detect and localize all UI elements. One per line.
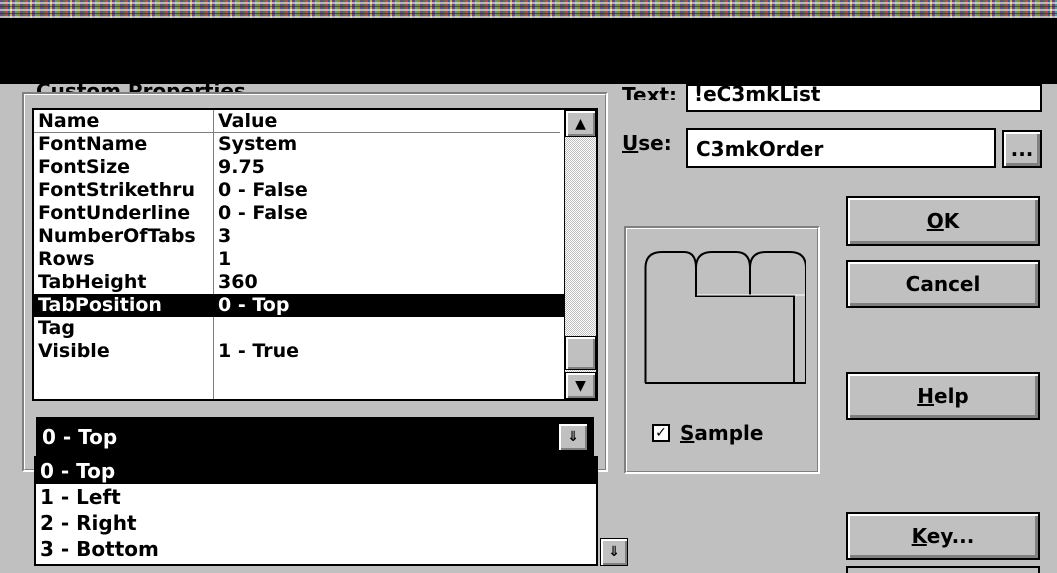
tab-preview-back	[749, 251, 806, 383]
sample-label[interactable]: Sample	[680, 421, 763, 445]
property-name-cell: TabHeight	[38, 271, 147, 293]
text-field[interactable]: !eC3mkList	[686, 84, 1042, 112]
property-value-cell: 1	[218, 248, 232, 270]
custom-properties-label: Custom Properties	[36, 79, 246, 92]
property-value-cell: 0 - False	[218, 179, 308, 201]
ok-button[interactable]: OK	[846, 196, 1040, 246]
table-row[interactable]: TabPosition 0 - Top	[34, 294, 564, 317]
table-row[interactable]: Tag	[34, 317, 564, 340]
property-name-cell: FontUnderline	[38, 202, 191, 224]
arrow-down-icon: ▼	[575, 377, 586, 394]
ok-button-label: OK	[926, 209, 960, 233]
property-name-cell: Rows	[38, 248, 95, 270]
property-value-cell: 0 - Top	[218, 294, 290, 316]
use-field-value: C3mkOrder	[696, 137, 824, 161]
tab-preview-frame	[644, 251, 795, 383]
use-field-label: Use:	[622, 131, 672, 155]
dropdown-option[interactable]: 2 - Right	[36, 510, 596, 536]
value-column-header[interactable]: Value	[218, 110, 277, 133]
table-row[interactable]: FontSize 9.75	[34, 156, 564, 179]
property-name-cell: TabPosition	[38, 294, 162, 316]
property-value-cell: 9.75	[218, 156, 265, 178]
property-value-cell: 3	[218, 225, 232, 247]
cancel-button[interactable]: Cancel	[846, 260, 1040, 308]
help-button[interactable]: Help	[846, 372, 1040, 420]
table-row[interactable]: TabHeight 360	[34, 271, 564, 294]
property-name-cell: FontStrikethru	[38, 179, 196, 201]
value-combo-dropdown-button[interactable]: ⇓	[558, 423, 588, 451]
grid-scrollbar[interactable]: ▲ ▼	[564, 110, 596, 399]
property-value-cell: 1 - True	[218, 340, 299, 362]
value-combo[interactable]: 0 - Top ⇓	[36, 417, 594, 457]
scroll-thumb[interactable]	[565, 336, 596, 370]
hidden-combo-dropdown-button[interactable]: ⇓	[600, 538, 628, 566]
cancel-button-label: Cancel	[905, 272, 981, 296]
arrow-up-icon: ▲	[575, 115, 586, 132]
dropdown-option[interactable]: 3 - Bottom	[36, 536, 596, 562]
dropdown-option[interactable]: 0 - Top	[36, 458, 596, 484]
checkmark-icon: ✓	[655, 425, 667, 441]
property-value-cell: System	[218, 133, 298, 155]
title-bar	[0, 18, 1057, 84]
chevron-down-icon: ⇓	[567, 429, 579, 445]
property-name-cell: Visible	[38, 340, 110, 362]
table-row[interactable]: FontName System	[34, 133, 564, 156]
tab-preview-image	[644, 251, 806, 384]
chevron-down-icon: ⇓	[608, 544, 620, 560]
name-column-header[interactable]: Name	[38, 110, 99, 133]
text-field-value: !eC3mkList	[694, 84, 821, 106]
browse-button[interactable]: ...	[1002, 130, 1042, 168]
table-row[interactable]: FontUnderline 0 - False	[34, 202, 564, 225]
table-row[interactable]: Rows 1	[34, 248, 564, 271]
sample-checkbox[interactable]: ✓	[652, 424, 670, 442]
property-name-cell: Tag	[38, 317, 75, 339]
browse-button-label: ...	[1010, 137, 1034, 161]
table-row[interactable]: FontStrikethru 0 - False	[34, 179, 564, 202]
scroll-down-button[interactable]: ▼	[565, 372, 596, 399]
table-row[interactable]: Visible 1 - True	[34, 340, 564, 363]
use-field[interactable]: C3mkOrder	[686, 128, 996, 168]
title-noise-overlay	[0, 0, 1057, 18]
scroll-up-button[interactable]: ▲	[565, 110, 596, 137]
next-button-edge[interactable]	[846, 566, 1040, 573]
key-button[interactable]: Key...	[846, 512, 1040, 560]
dropdown-option[interactable]: 1 - Left	[36, 484, 596, 510]
table-row[interactable]: NumberOfTabs 3	[34, 225, 564, 248]
property-name-cell: NumberOfTabs	[38, 225, 196, 247]
tab-preview-back	[695, 251, 751, 296]
text-field-label: Text:	[622, 83, 678, 100]
property-name-cell: FontSize	[38, 156, 131, 178]
property-name-cell: FontName	[38, 133, 148, 155]
grid-header: Name Value	[34, 110, 560, 133]
property-value-cell: 360	[218, 271, 258, 293]
help-button-label: Help	[917, 384, 969, 408]
value-combo-text: 0 - Top	[42, 425, 118, 449]
property-grid[interactable]: Name Value FontName System FontSize 9.75 Fon…	[32, 108, 598, 401]
property-value-cell: 0 - False	[218, 202, 308, 224]
value-dropdown-list[interactable]: 0 - Top 1 - Left 2 - Right 3 - Bottom	[34, 456, 598, 566]
key-button-label: Key...	[911, 524, 975, 548]
